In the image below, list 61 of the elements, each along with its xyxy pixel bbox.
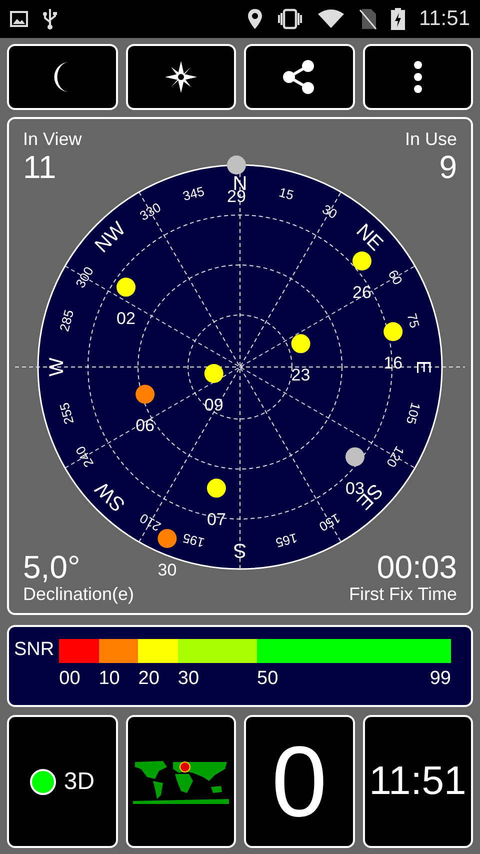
status-time: 11:51: [419, 7, 470, 31]
moon-icon: [54, 62, 70, 92]
more-icon: [412, 59, 423, 95]
degree-label: 165: [274, 530, 299, 550]
snr-tick-label: 10: [98, 668, 120, 690]
degree-label: 195: [181, 530, 206, 550]
image-icon: [10, 10, 28, 28]
degree-label: 285: [56, 308, 77, 333]
degree-label: 120: [384, 444, 408, 470]
night-button[interactable]: [7, 44, 118, 110]
satellite-number: 23: [291, 366, 310, 385]
fix-time-label: First Fix Time: [349, 584, 457, 605]
snr-tick-label: 30: [178, 668, 200, 690]
in-use-label: In Use: [404, 129, 457, 150]
satellite-number: 02: [116, 309, 136, 328]
direction-label: E: [412, 360, 434, 374]
degree-label: 30: [320, 201, 340, 222]
direction-label: SW: [91, 477, 130, 516]
satellite-count: 0: [271, 726, 328, 836]
snr-tick-label: 00: [59, 668, 80, 690]
degree-label: 300: [72, 264, 96, 290]
degree-label: 15: [278, 184, 296, 203]
degree-label: 255: [56, 401, 77, 426]
degree-label: 150: [316, 510, 343, 534]
share-button[interactable]: [244, 44, 354, 110]
satellite-number: 07: [206, 510, 226, 530]
fix-time-value: 00:03: [376, 550, 457, 584]
compass-button[interactable]: [126, 44, 236, 110]
usb-icon: [42, 8, 58, 30]
in-view-label: In View: [23, 129, 82, 150]
more-button[interactable]: [362, 44, 473, 110]
vibrate-icon: [277, 8, 303, 30]
battery-charging-icon: [391, 8, 405, 30]
declination-label: Declination(e): [23, 584, 134, 605]
snr-tick-label: 50: [257, 668, 278, 690]
degree-label: 60: [385, 267, 406, 288]
satellite-number: 06: [136, 416, 155, 436]
clock-time: 11:51: [369, 759, 466, 804]
degree-label: 210: [137, 510, 164, 534]
direction-label: W: [46, 358, 68, 376]
degree-label: 105: [403, 401, 424, 426]
snr-label: SNR: [14, 639, 54, 662]
fix-type: 3D: [64, 768, 95, 796]
snr-tick-label: 20: [138, 668, 160, 690]
satellite-number: 09: [204, 396, 224, 415]
satellite-number: 30: [158, 560, 177, 580]
no-sim-icon: [359, 8, 377, 30]
satellite-number: 26: [352, 282, 372, 302]
snr-tick-label: 99: [430, 668, 451, 690]
wifi-icon: [317, 9, 345, 29]
location-pin-icon: [247, 8, 263, 30]
degree-label: 240: [72, 444, 96, 470]
direction-label: S: [233, 539, 247, 561]
direction-label: NW: [91, 218, 130, 258]
direction-label: NE: [352, 220, 387, 256]
declination-value: 5,0°: [23, 550, 80, 584]
in-use-count: 9: [439, 150, 457, 184]
degree-label: 345: [181, 184, 206, 204]
degree-label: 330: [137, 200, 164, 224]
in-view-count: 11: [23, 150, 56, 184]
degree-label: 75: [404, 312, 422, 330]
